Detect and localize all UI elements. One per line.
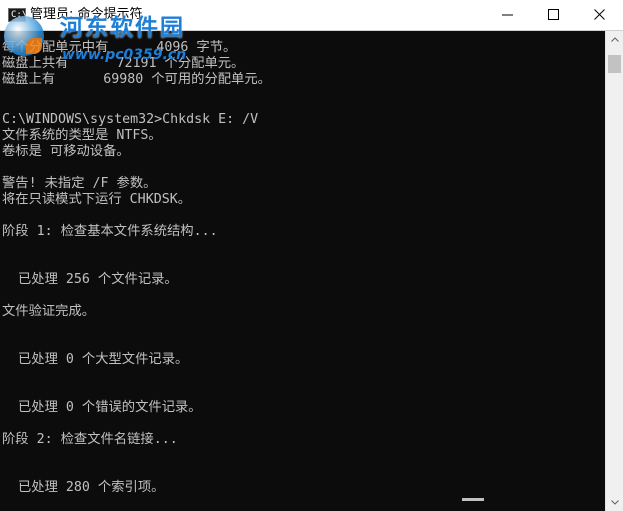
console-line: 已处理 256 个文件记录。 [2,272,178,287]
chevron-down-icon [611,500,619,505]
minimize-icon [502,14,513,16]
cmd-icon[interactable]: C:\ [8,8,28,22]
console-line: 将在只读模式下运行 CHKDSK。 [2,192,192,207]
console-line: 磁盘上有 69980 个可用的分配单元。 [2,72,271,87]
chevron-up-icon [611,37,619,42]
close-button[interactable] [577,0,623,30]
console-line: 已处理 0 个大型文件记录。 [2,352,189,367]
console-output[interactable]: 每个分配单元中有 4096 字节。 磁盘上共有 72191 个分配单元。 磁盘上… [0,31,605,511]
console-line: 已处理 280 个索引项。 [2,480,165,495]
console-line: 每个分配单元中有 4096 字节。 [2,40,237,55]
console-line: 阶段 2: 检查文件名链接... [2,432,178,447]
console-line: 磁盘上共有 72191 个分配单元。 [2,56,245,71]
scroll-up-button[interactable] [606,31,623,48]
console-line: 已处理 0 个错误的文件记录。 [2,400,202,415]
window-title: 管理员: 命令提示符 [30,7,143,22]
maximize-icon [548,9,559,20]
console-line: 卷标是 可移动设备。 [2,144,130,159]
console-line: 阶段 1: 检查基本文件系统结构... [2,224,218,239]
console-line: 文件系统的类型是 NTFS。 [2,128,162,143]
cmd-icon-glyph: C:\ [11,10,28,20]
vertical-scrollbar[interactable] [605,31,623,511]
command-prompt-window: C:\ 管理员: 命令提示符 每个分配单元中有 4096 字节。 磁盘上共有 7… [0,0,623,511]
maximize-button[interactable] [531,0,577,30]
title-bar[interactable]: C:\ 管理员: 命令提示符 [0,0,623,31]
close-icon [594,9,605,20]
scroll-down-button[interactable] [606,494,623,511]
console-line: 警告! 未指定 /F 参数。 [2,176,157,191]
console-line: 文件验证完成。 [2,304,96,319]
text-cursor [462,498,484,501]
console-line: C:\WINDOWS\system32>Chkdsk E: /V [2,112,259,127]
minimize-button[interactable] [485,0,531,30]
scroll-thumb[interactable] [608,55,621,73]
